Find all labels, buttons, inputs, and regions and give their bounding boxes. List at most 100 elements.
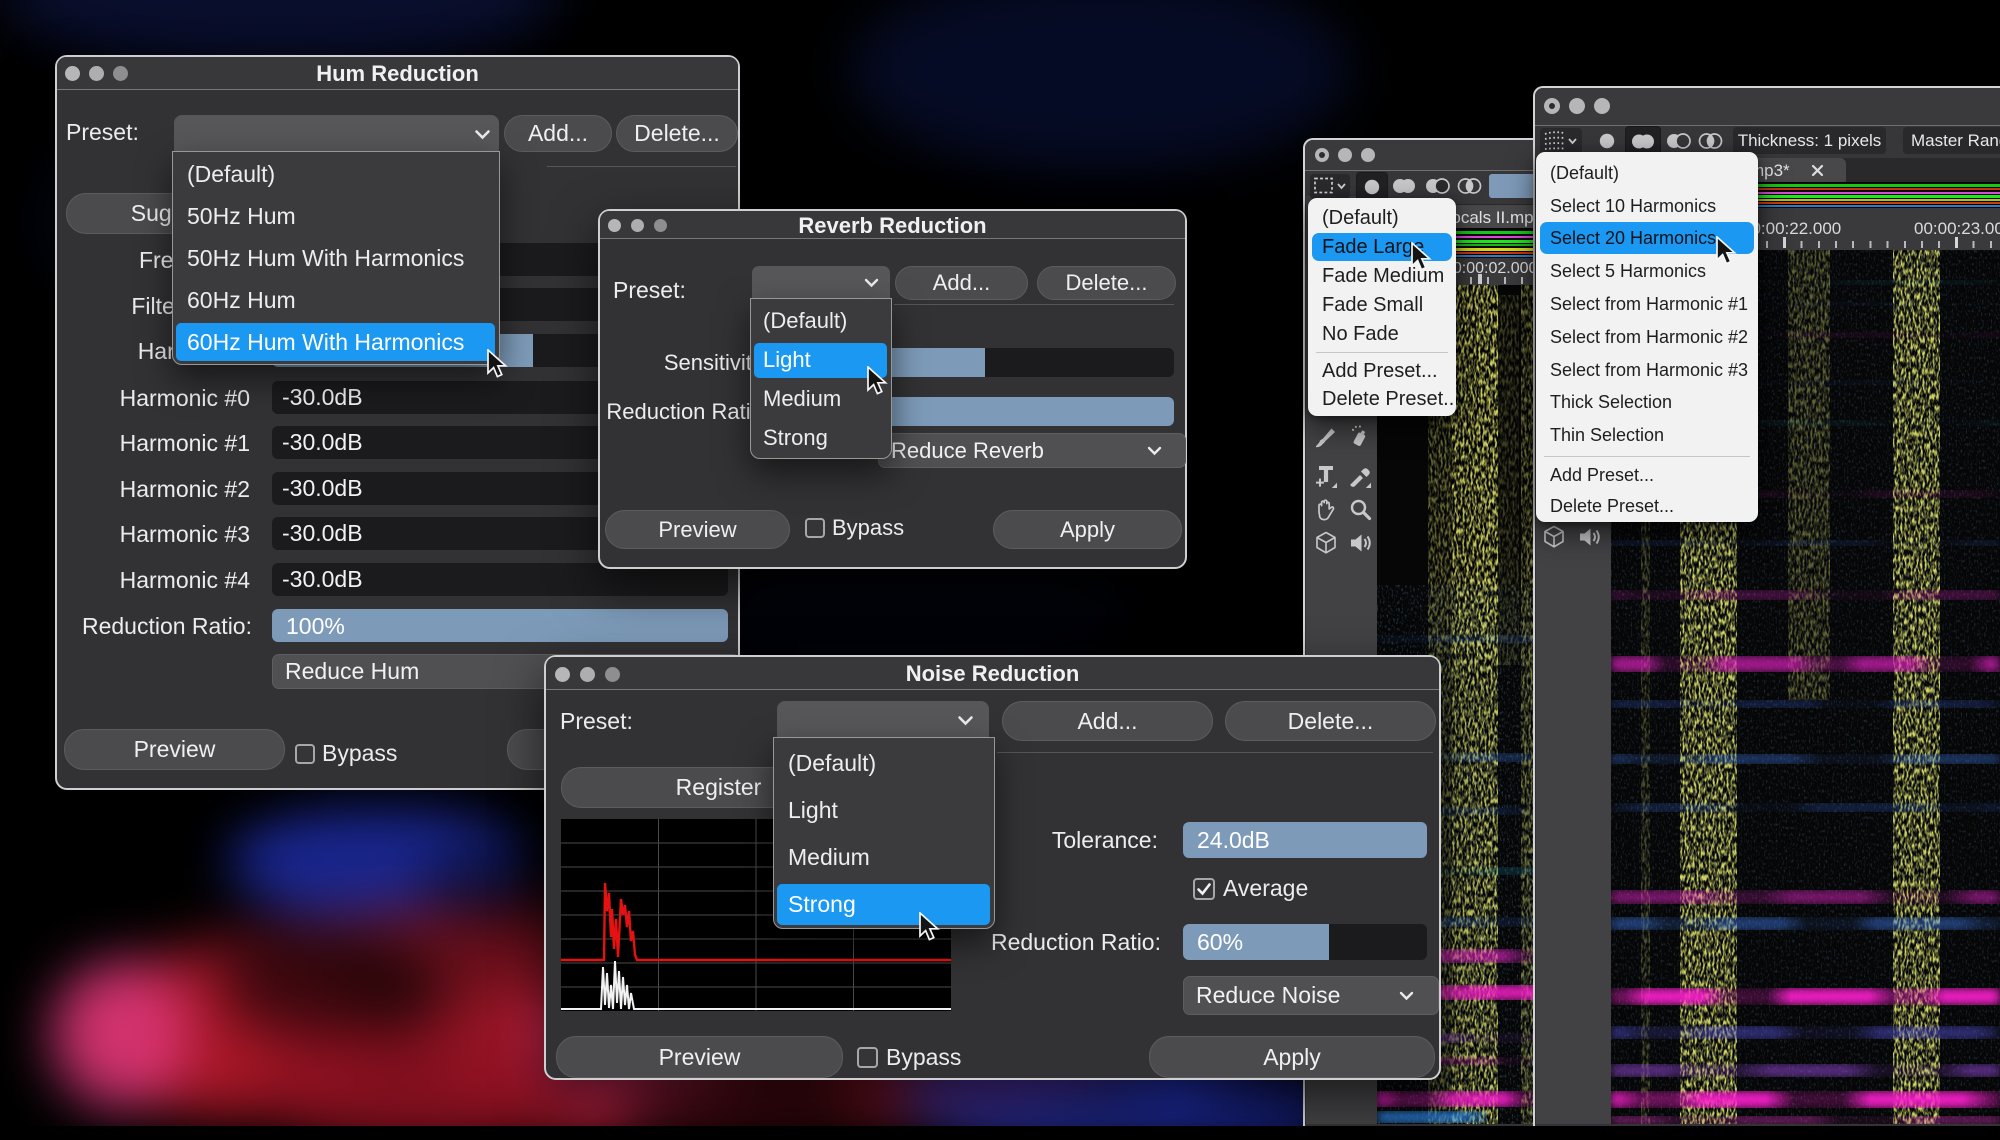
menu-item-from-harmonic-3[interactable]: Select from Harmonic #3 [1536,354,1758,387]
editor-left-close-button[interactable] [1315,148,1329,162]
noise-add-button[interactable]: Add... [1002,701,1213,741]
noise-average-checkbox[interactable] [1193,878,1215,900]
cursor-pointer [867,366,888,395]
noise-close-button[interactable] [555,667,570,682]
menu-item-delete-preset[interactable]: Delete Preset... [1536,491,1758,522]
menu-item-select-10[interactable]: Select 10 Harmonics [1536,190,1758,223]
noise-preset-combobox[interactable] [777,701,989,739]
hum-minimize-button[interactable] [89,66,104,81]
popup-item-60hz[interactable]: 60Hz Hum [173,279,499,321]
cube-3d-tool-icon[interactable] [1313,530,1339,556]
noise-tolerance-slider[interactable]: 24.0dB [1183,822,1427,858]
hum-delete-button[interactable]: Delete... [616,115,738,152]
popup-item-light[interactable]: Light [774,787,994,834]
menu-item-from-harmonic-2[interactable]: Select from Harmonic #2 [1536,321,1758,354]
editor-right-minimize-button[interactable] [1569,98,1585,114]
hum-close-button[interactable] [65,66,80,81]
editor-left-minimize-button[interactable] [1338,148,1352,162]
selection-mode-new-button-right[interactable] [1592,127,1622,155]
hum-preview-button[interactable]: Preview [64,729,285,770]
noise-delete-button[interactable]: Delete... [1225,701,1436,741]
popup-item-medium[interactable]: Medium [774,834,994,881]
hum-bypass-checkbox[interactable] [295,744,315,764]
reverb-zoom-button[interactable] [654,219,667,232]
menu-item-add-preset[interactable]: Add Preset... [1536,460,1758,491]
menu-item-add-preset[interactable]: Add Preset... [1308,357,1456,385]
reverb-delete-button[interactable]: Delete... [1037,266,1176,300]
zoom-tool-icon[interactable] [1348,497,1374,523]
reverb-sensitivity-slider[interactable] [878,348,1174,377]
harmonics-selection-tool-button[interactable] [1540,128,1582,154]
reverb-reduction-slider[interactable] [878,397,1174,426]
reverb-minimize-button[interactable] [631,219,644,232]
tab-close-icon[interactable] [1811,164,1824,177]
reverb-title: Reverb Reduction [798,213,987,238]
reverb-action-dropdown[interactable]: Reduce Reverb [878,433,1186,468]
hum-divider [547,166,736,167]
hum-titlebar[interactable]: Hum Reduction [57,57,738,90]
reverb-close-button[interactable] [608,219,621,232]
noise-preview-button[interactable]: Preview [556,1036,843,1078]
menu-item-thin-selection[interactable]: Thin Selection [1536,419,1758,452]
menu-item-delete-preset[interactable]: Delete Preset... [1308,385,1460,413]
popup-item-60hz-harm[interactable]: 60Hz Hum With Harmonics [173,321,499,363]
speaker-tool-icon[interactable] [1348,530,1374,556]
hum-reduction-slider[interactable]: 100% [272,609,728,642]
cursor-pointer [1411,242,1432,271]
thickness-label: Thickness: 1 pixels [1737,130,1882,150]
brush-tool-icon[interactable] [1314,425,1338,449]
menu-item-default[interactable]: (Default) [1536,157,1758,190]
hum-title: Hum Reduction [316,61,479,86]
spray-tool-icon[interactable] [1348,425,1372,449]
selection-mode-subtract-button-right[interactable] [1662,127,1695,155]
popup-item-strong[interactable]: Strong [751,418,891,457]
menu-item-no-fade[interactable]: No Fade [1308,320,1456,348]
menu-item-fade-small[interactable]: Fade Small [1308,291,1456,319]
hand-tool-icon[interactable] [1312,497,1338,523]
hum-add-button[interactable]: Add... [504,115,612,152]
speaker-tool-icon-right[interactable] [1577,524,1603,550]
eyedropper-tool-icon[interactable] [1348,462,1373,489]
popup-item-strong[interactable]: Strong [774,881,994,928]
hum-zoom-button[interactable] [113,66,128,81]
popup-item-50hz-harm[interactable]: 50Hz Hum With Harmonics [173,237,499,279]
popup-item-default[interactable]: (Default) [774,740,994,787]
selection-mode-add-button[interactable] [1388,172,1420,200]
noise-bypass-checkbox[interactable] [857,1047,878,1068]
hum-reduction-label: Reduction Ratio: [81,613,252,639]
reverb-bypass-label: Bypass [832,515,905,540]
popup-item-default[interactable]: (Default) [751,301,891,340]
noise-reduction-slider[interactable]: 60% [1183,924,1427,960]
hum-harmonic2-label: Harmonic #2 [119,476,250,502]
cube-3d-tool-icon-right[interactable] [1541,524,1567,550]
master-range-control[interactable]: Master Range [1903,127,2000,154]
selection-mode-subtract-button[interactable] [1421,172,1454,200]
noise-apply-button[interactable]: Apply [1149,1036,1435,1078]
text-tool-icon[interactable] [1314,462,1339,489]
reverb-apply-button[interactable]: Apply [993,510,1182,549]
reverb-preset-combobox[interactable] [752,266,890,298]
thickness-control[interactable]: Thickness: 1 pixels [1733,127,1886,154]
selection-mode-intersect-button-right[interactable] [1694,127,1727,155]
menu-item-from-harmonic-1[interactable]: Select from Harmonic #1 [1536,288,1758,321]
menu-item-default[interactable]: (Default) [1308,204,1456,232]
noise-titlebar[interactable]: Noise Reduction [546,657,1439,690]
bottom-black-bar [0,1126,2000,1140]
reverb-titlebar[interactable]: Reverb Reduction [600,211,1185,239]
noise-action-dropdown[interactable]: Reduce Noise [1183,976,1439,1015]
menu-item-thick-selection[interactable]: Thick Selection [1536,387,1758,420]
chevron-down-icon [864,278,879,288]
reverb-bypass-checkbox[interactable] [805,518,825,538]
noise-minimize-button[interactable] [580,667,595,682]
popup-item-50hz[interactable]: 50Hz Hum [173,195,499,237]
noise-zoom-button[interactable] [605,667,620,682]
editor-left-zoom-button[interactable] [1361,148,1375,162]
selection-mode-intersect-button[interactable] [1453,172,1486,200]
reverb-preview-button[interactable]: Preview [605,510,790,549]
reverb-add-button[interactable]: Add... [895,266,1028,300]
selection-tool-button[interactable] [1310,174,1350,199]
editor-right-zoom-button[interactable] [1594,98,1610,114]
editor-right-close-button[interactable] [1544,98,1560,114]
hum-preset-combobox[interactable] [174,115,499,152]
popup-item-default[interactable]: (Default) [173,153,499,195]
